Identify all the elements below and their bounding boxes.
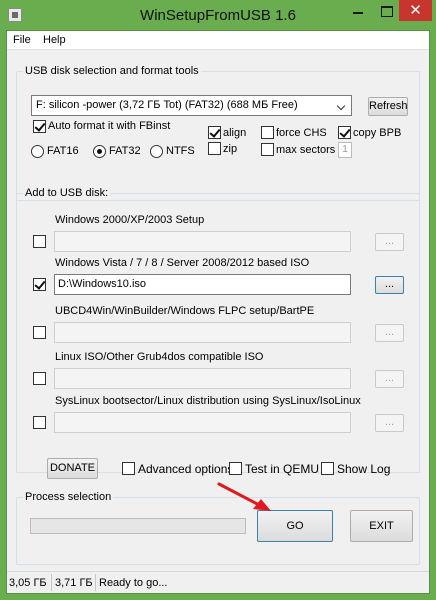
status-bar: 3,05 ГБ 3,71 ГБ Ready to go...: [7, 571, 429, 593]
source-path-input[interactable]: [54, 231, 351, 252]
fat32-label: FAT32: [109, 145, 141, 157]
fat16-radio[interactable]: [31, 145, 44, 158]
browse-button[interactable]: ...: [375, 324, 404, 342]
copy-bpb-label: copy BPB: [353, 127, 402, 139]
browse-button[interactable]: ...: [375, 233, 404, 251]
source-label: SysLinux bootsector/Linux distribution u…: [55, 395, 361, 407]
donate-button-label: DONATE: [49, 462, 96, 474]
exit-button[interactable]: EXIT: [350, 510, 413, 542]
source-checkbox[interactable]: [33, 372, 46, 385]
source-label: Windows 2000/XP/2003 Setup: [55, 214, 205, 226]
annotation-arrow-head: [253, 499, 271, 511]
zip-label: zip: [223, 143, 238, 155]
source-checkbox[interactable]: [33, 278, 46, 291]
refresh-button-label: Refresh: [369, 100, 408, 112]
browse-button-label: ...: [384, 416, 395, 428]
usb-disk-group-title: USB disk selection and format tools: [23, 65, 201, 77]
annotation-arrow: [217, 482, 271, 511]
browse-button-label: ...: [384, 372, 395, 384]
source-label: UBCD4Win/WinBuilder/Windows FLPC setup/B…: [55, 305, 315, 317]
client-area: File Help USB disk selection and format …: [6, 30, 430, 594]
chevron-down-icon[interactable]: [334, 96, 351, 115]
zip-checkbox[interactable]: [208, 142, 221, 155]
advanced-options-label: Advanced options: [138, 462, 234, 476]
source-path-input[interactable]: [54, 368, 351, 389]
browse-button[interactable]: ...: [375, 370, 404, 388]
copy-bpb-checkbox[interactable]: [338, 126, 351, 139]
force-chs-label: force CHS: [276, 127, 327, 139]
usb-disk-select[interactable]: F: silicon -power (3,72 ГБ Tot) (FAT32) …: [31, 95, 352, 116]
auto-format-label: Auto format it with FBinst: [48, 120, 171, 132]
add-to-usb-group: Add to USB disk: Windows 2000/XP/2003 Se…: [16, 187, 420, 473]
close-button[interactable]: ✕: [399, 0, 432, 21]
status-separator: [51, 574, 52, 591]
progress-bar: [30, 518, 246, 534]
add-to-usb-group-title: Add to USB disk:: [23, 187, 111, 199]
process-group-title: Process selection: [23, 491, 114, 503]
app-window: WinSetupFromUSB 1.6 ✕ File Help USB disk…: [0, 0, 436, 600]
refresh-button[interactable]: Refresh: [368, 97, 408, 116]
menu-file[interactable]: File: [13, 34, 31, 46]
annotation-arrow-shaft: [217, 482, 263, 508]
source-checkbox[interactable]: [33, 235, 46, 248]
ntfs-label: NTFS: [166, 145, 195, 157]
source-label: Windows Vista / 7 / 8 / Server 2008/2012…: [55, 257, 310, 269]
browse-button-label: ...: [384, 235, 395, 247]
usb-disk-group: USB disk selection and format tools F: s…: [16, 65, 420, 201]
menu-help[interactable]: Help: [43, 34, 66, 46]
align-label: align: [223, 127, 247, 139]
status-total-space: 3,71 ГБ: [55, 577, 93, 589]
align-checkbox[interactable]: [208, 126, 221, 139]
status-free-space: 3,05 ГБ: [9, 577, 47, 589]
fat32-radio[interactable]: [93, 145, 106, 158]
show-log-label: Show Log: [337, 462, 391, 476]
status-message: Ready to go...: [99, 577, 168, 589]
go-button-label: GO: [286, 520, 304, 532]
close-icon: ✕: [409, 2, 422, 19]
browse-button-label: ...: [384, 326, 395, 338]
source-path-input[interactable]: D:\Windows10.iso: [54, 274, 351, 295]
browse-button[interactable]: ...: [375, 276, 404, 294]
browse-button-label: ...: [384, 278, 395, 290]
menu-bar: File Help: [7, 31, 429, 50]
title-bar[interactable]: WinSetupFromUSB 1.6 ✕: [0, 0, 436, 30]
fat16-label: FAT16: [47, 145, 79, 157]
ntfs-radio[interactable]: [150, 145, 163, 158]
max-sectors-checkbox[interactable]: [261, 143, 274, 156]
show-log-checkbox[interactable]: [321, 462, 334, 475]
exit-button-label: EXIT: [369, 520, 394, 532]
test-qemu-checkbox[interactable]: [229, 462, 242, 475]
minimize-button[interactable]: [344, 0, 372, 21]
max-sectors-input[interactable]: 1: [338, 142, 352, 158]
source-label: Linux ISO/Other Grub4dos compatible ISO: [55, 351, 264, 363]
source-path-input[interactable]: [54, 412, 351, 433]
force-chs-checkbox[interactable]: [261, 126, 274, 139]
source-checkbox[interactable]: [33, 326, 46, 339]
go-button[interactable]: GO: [257, 510, 333, 542]
status-separator: [95, 574, 96, 591]
maximize-button[interactable]: [372, 0, 400, 21]
usb-disk-select-value: F: silicon -power (3,72 ГБ Tot) (FAT32) …: [36, 99, 298, 111]
source-path-input[interactable]: [54, 322, 351, 343]
test-qemu-label: Test in QEMU: [245, 462, 320, 476]
browse-button[interactable]: ...: [375, 414, 404, 432]
donate-button[interactable]: DONATE: [47, 458, 98, 479]
advanced-options-checkbox[interactable]: [122, 462, 135, 475]
source-checkbox[interactable]: [33, 416, 46, 429]
auto-format-checkbox[interactable]: [33, 120, 46, 133]
max-sectors-label: max sectors: [276, 144, 336, 156]
